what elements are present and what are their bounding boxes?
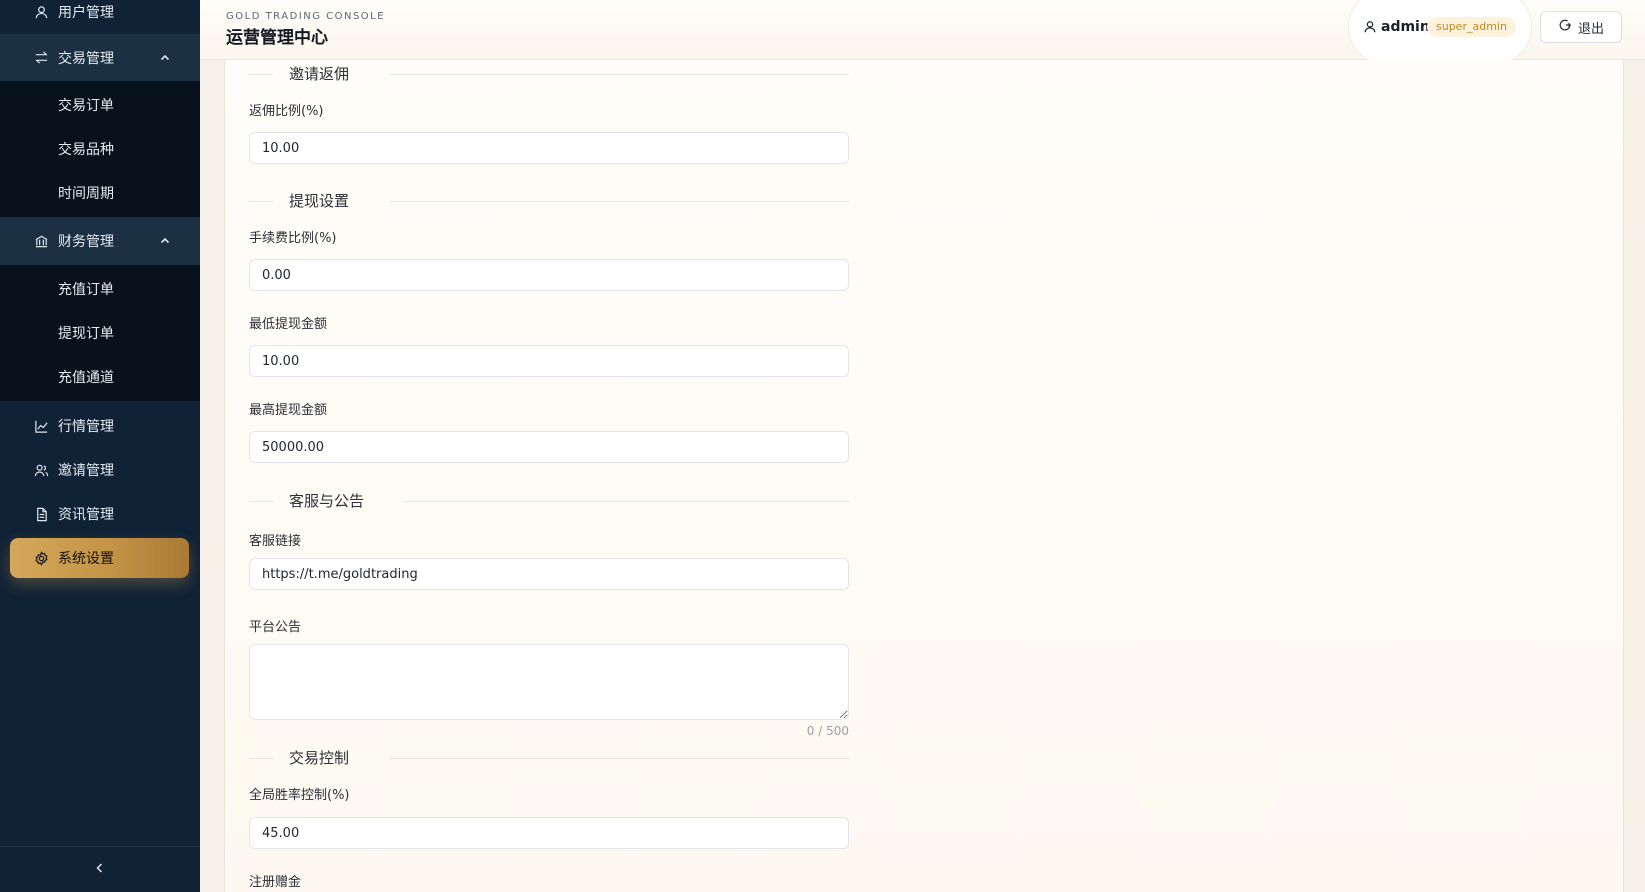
announcement-textarea[interactable] bbox=[249, 644, 849, 720]
sidebar-item-label: 时间周期 bbox=[58, 186, 114, 202]
trade-submenu: 交易订单 交易品种 时间周期 bbox=[0, 81, 200, 217]
sidebar-item-trade-management[interactable]: 交易管理 bbox=[0, 34, 200, 81]
divider bbox=[404, 501, 849, 502]
sidebar-subitem-time-periods[interactable]: 时间周期 bbox=[0, 171, 200, 215]
sidebar-subitem-trade-products[interactable]: 交易品种 bbox=[0, 127, 200, 171]
divider bbox=[389, 74, 849, 75]
user-menu[interactable]: admin super_admin bbox=[1348, 0, 1532, 66]
swap-icon bbox=[33, 50, 49, 66]
sidebar-item-invite-management[interactable]: 邀请管理 bbox=[0, 448, 200, 492]
sidebar-item-label: 邀请管理 bbox=[58, 463, 114, 479]
section-service-announcement: 客服与公告 bbox=[249, 489, 849, 513]
max-withdraw-input[interactable] bbox=[249, 431, 849, 463]
sidebar-item-label: 充值通道 bbox=[58, 370, 114, 386]
announcement-label: 平台公告 bbox=[249, 620, 302, 635]
sidebar-item-label: 行情管理 bbox=[58, 419, 114, 435]
top-header: GOLD TRADING CONSOLE 运营管理中心 admin super_… bbox=[200, 0, 1645, 66]
users-icon bbox=[33, 462, 49, 478]
max-withdraw-label: 最高提现金额 bbox=[249, 403, 328, 418]
page-title: 运营管理中心 bbox=[226, 28, 328, 48]
divider bbox=[389, 201, 849, 202]
commission-rate-label: 返佣比例(%) bbox=[249, 104, 324, 119]
sidebar-subitem-trade-orders[interactable]: 交易订单 bbox=[0, 83, 200, 127]
sidebar-item-label: 系统设置 bbox=[58, 551, 114, 567]
main-content: 邀请返佣 返佣比例(%) 提现设置 手续费比例(%) 最低提现金额 最高提现金额… bbox=[200, 60, 1645, 892]
gear-icon bbox=[33, 550, 49, 566]
divider bbox=[249, 201, 273, 202]
sidebar-item-label: 资讯管理 bbox=[58, 507, 114, 523]
section-title: 客服与公告 bbox=[289, 492, 365, 510]
user-icon bbox=[1363, 19, 1377, 33]
brand-subtitle: GOLD TRADING CONSOLE bbox=[226, 11, 386, 22]
sidebar-item-market-management[interactable]: 行情管理 bbox=[0, 404, 200, 448]
section-withdraw-settings: 提现设置 bbox=[249, 189, 849, 213]
role-badge: super_admin bbox=[1427, 17, 1516, 37]
chevron-up-icon bbox=[158, 51, 172, 65]
finance-submenu: 充值订单 提现订单 充值通道 bbox=[0, 265, 200, 401]
divider bbox=[389, 758, 849, 759]
sidebar-item-user-management[interactable]: 用户管理 bbox=[0, 0, 200, 34]
sidebar-subitem-recharge-channels[interactable]: 充值通道 bbox=[0, 355, 200, 399]
chevron-left-icon bbox=[93, 860, 107, 879]
commission-rate-input[interactable] bbox=[249, 132, 849, 164]
chevron-up-icon bbox=[158, 234, 172, 248]
sidebar-item-label: 交易订单 bbox=[58, 98, 114, 114]
min-withdraw-label: 最低提现金额 bbox=[249, 317, 328, 332]
win-rate-label: 全局胜率控制(%) bbox=[249, 788, 350, 803]
sidebar-item-label: 充值订单 bbox=[58, 282, 114, 298]
logout-button[interactable]: 退出 bbox=[1540, 11, 1622, 43]
chart-line-icon bbox=[33, 418, 49, 434]
register-bonus-label: 注册赠金 bbox=[249, 875, 302, 890]
settings-form-card: 邀请返佣 返佣比例(%) 提现设置 手续费比例(%) 最低提现金额 最高提现金额… bbox=[224, 60, 1624, 892]
sidebar-subitem-withdraw-orders[interactable]: 提现订单 bbox=[0, 311, 200, 355]
sidebar-item-label: 交易管理 bbox=[58, 50, 114, 67]
logout-icon bbox=[1558, 18, 1572, 36]
divider bbox=[249, 501, 273, 502]
sidebar-item-label: 用户管理 bbox=[58, 5, 114, 21]
fee-rate-label: 手续费比例(%) bbox=[249, 231, 337, 246]
sidebar-item-label: 财务管理 bbox=[58, 234, 114, 250]
bank-icon bbox=[33, 233, 49, 249]
divider bbox=[249, 74, 273, 75]
sidebar-item-finance-management[interactable]: 财务管理 bbox=[0, 217, 200, 265]
section-title: 邀请返佣 bbox=[289, 65, 350, 83]
service-link-input[interactable] bbox=[249, 558, 849, 590]
divider bbox=[249, 758, 273, 759]
user-name: admin bbox=[1381, 19, 1430, 35]
service-link-label: 客服链接 bbox=[249, 534, 302, 549]
section-title: 交易控制 bbox=[289, 749, 350, 767]
sidebar-subitem-recharge-orders[interactable]: 充值订单 bbox=[0, 267, 200, 311]
sidebar-collapse-button[interactable] bbox=[0, 846, 200, 892]
min-withdraw-input[interactable] bbox=[249, 345, 849, 377]
sidebar-item-news-management[interactable]: 资讯管理 bbox=[0, 492, 200, 536]
section-invite-commission: 邀请返佣 bbox=[249, 62, 849, 86]
document-icon bbox=[33, 506, 49, 522]
section-trade-control: 交易控制 bbox=[249, 746, 849, 770]
sidebar-item-label: 提现订单 bbox=[58, 326, 114, 342]
sidebar-item-system-settings[interactable]: 系统设置 bbox=[10, 538, 189, 578]
fee-rate-input[interactable] bbox=[249, 259, 849, 291]
logout-label: 退出 bbox=[1577, 21, 1604, 37]
win-rate-input[interactable] bbox=[249, 817, 849, 849]
user-icon bbox=[33, 4, 49, 20]
sidebar: 用户管理 交易管理 交易订单 交易品种 时间周期 财务管理 充值订单 提现订单 … bbox=[0, 0, 200, 892]
section-title: 提现设置 bbox=[289, 192, 350, 210]
character-counter: 0 / 500 bbox=[806, 724, 849, 738]
sidebar-item-label: 交易品种 bbox=[58, 142, 114, 158]
